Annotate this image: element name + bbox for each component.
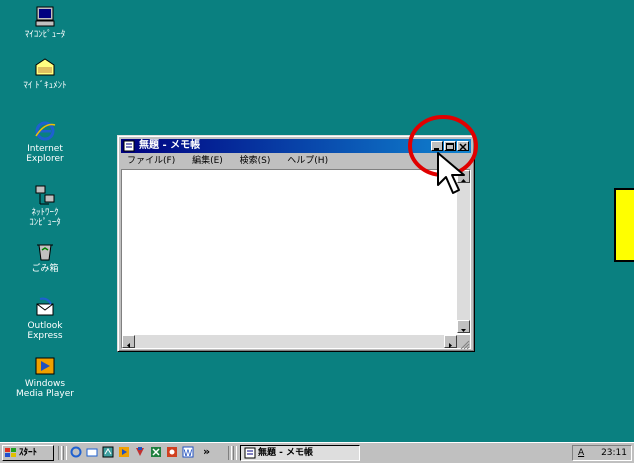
quicklaunch-excel-icon[interactable]	[150, 446, 162, 458]
my-documents-icon	[35, 58, 55, 76]
internet-explorer-icon	[35, 121, 56, 141]
notepad-icon	[123, 140, 135, 152]
start-button[interactable]: ｽﾀｰﾄ	[2, 445, 54, 461]
desktop-icon-my-documents[interactable]: ﾏｲ ﾄﾞｷｭﾒﾝﾄ	[13, 57, 77, 91]
desktop-icon-label: ごみ箱	[31, 264, 59, 274]
desktop-icon-network[interactable]: ﾈｯﾄﾜｰｸ ｺﾝﾋﾟｭｰﾀ	[13, 184, 77, 228]
callout-box	[614, 188, 634, 262]
quicklaunch-desktop-icon[interactable]	[102, 446, 114, 458]
desktop-icon-label: Internet Explorer	[26, 144, 64, 164]
my-computer-icon	[35, 6, 55, 27]
recycle-bin-icon	[37, 244, 53, 261]
start-label: ｽﾀｰﾄ	[19, 448, 38, 458]
resize-grip[interactable]	[457, 335, 470, 350]
quicklaunch-powerpoint-icon[interactable]	[166, 446, 178, 458]
scroll-left-button[interactable]	[122, 335, 135, 348]
scroll-down-button[interactable]	[457, 320, 470, 333]
quicklaunch-word-icon[interactable]: W	[182, 446, 194, 458]
desktop-icon-internet-explorer[interactable]: Internet Explorer	[13, 120, 77, 164]
quicklaunch-outlook-icon[interactable]	[86, 446, 98, 458]
text-edit-area[interactable]	[121, 169, 471, 350]
taskbar-separator	[233, 446, 237, 460]
ime-indicator[interactable]: A	[578, 446, 584, 460]
system-tray: A 23:11	[572, 445, 632, 461]
quicklaunch-app-icon[interactable]	[134, 446, 146, 458]
menu-edit[interactable]: 編集(E)	[192, 156, 223, 166]
taskbar-separator	[58, 446, 62, 460]
desktop-icon-label: ﾈｯﾄﾜｰｸ ｺﾝﾋﾟｭｰﾀ	[29, 208, 61, 228]
notepad-icon	[244, 447, 256, 459]
network-computer-icon	[35, 185, 55, 205]
desktop-icon-label: Windows Media Player	[16, 379, 74, 399]
menu-help[interactable]: ヘルプ(H)	[287, 156, 328, 166]
resize-grip-icon	[460, 340, 470, 350]
desktop-icon-media-player[interactable]: Windows Media Player	[13, 355, 77, 399]
desktop-icon-recycle-bin[interactable]: ごみ箱	[13, 240, 77, 274]
desktop-icon-label: ﾏｲｺﾝﾋﾟｭｰﾀ	[24, 30, 66, 40]
arrow-left-icon	[127, 343, 130, 348]
window-title: 無題 - メモ帳	[139, 140, 201, 151]
taskbar-separator	[228, 446, 232, 460]
taskbar-item-label: 無題 - メモ帳	[258, 448, 314, 458]
quicklaunch-media-player-icon[interactable]	[118, 446, 130, 458]
taskbar: ｽﾀｰﾄ W » 無題 - メモ帳 A 23:11	[0, 442, 634, 463]
menu-search[interactable]: 検索(S)	[240, 156, 271, 166]
svg-text:W: W	[184, 449, 193, 458]
desktop-icon-label: Outlook Express	[27, 321, 63, 341]
arrow-right-icon	[449, 343, 452, 348]
quicklaunch-ie-icon[interactable]	[70, 446, 82, 458]
outlook-express-icon	[36, 297, 54, 316]
taskbar-item-notepad[interactable]: 無題 - メモ帳	[240, 445, 360, 461]
desktop-icon-outlook-express[interactable]: Outlook Express	[13, 297, 77, 341]
menu-file[interactable]: ファイル(F)	[127, 156, 175, 166]
quicklaunch-chevron[interactable]: »	[203, 445, 210, 458]
scroll-right-button[interactable]	[444, 335, 457, 348]
desktop: ﾏｲｺﾝﾋﾟｭｰﾀ ﾏｲ ﾄﾞｷｭﾒﾝﾄ Internet Explorer ﾈ…	[0, 0, 634, 442]
taskbar-separator	[63, 446, 67, 460]
windows-logo-icon	[5, 448, 16, 457]
mouse-cursor-icon	[437, 152, 465, 194]
media-player-icon	[35, 357, 55, 375]
clock[interactable]: 23:11	[601, 446, 627, 460]
desktop-icon-my-computer[interactable]: ﾏｲｺﾝﾋﾟｭｰﾀ	[13, 6, 77, 40]
horizontal-scrollbar[interactable]	[122, 335, 457, 348]
desktop-icon-label: ﾏｲ ﾄﾞｷｭﾒﾝﾄ	[23, 81, 67, 91]
